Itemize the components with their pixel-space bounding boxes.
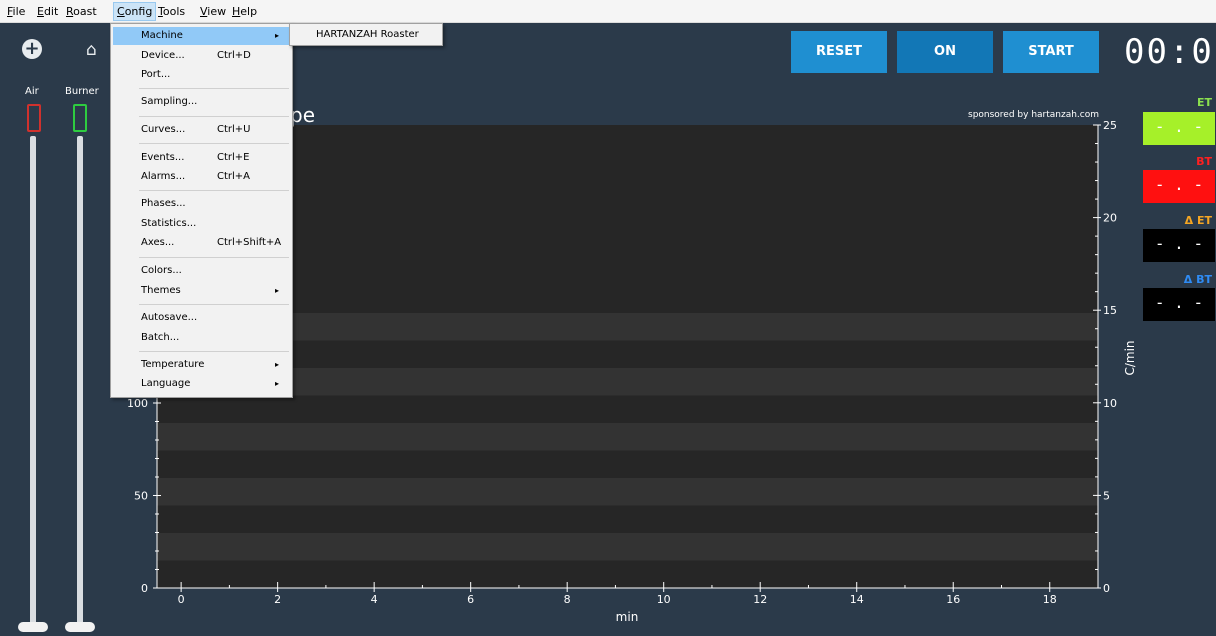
grid-band bbox=[157, 368, 1098, 396]
grid-band bbox=[157, 478, 1098, 506]
menu-item-batch[interactable]: Batch... bbox=[113, 329, 289, 347]
y2-tick-label: 15 bbox=[1103, 304, 1117, 317]
plot-title: pe bbox=[290, 103, 315, 127]
y2-tick-label: 10 bbox=[1103, 397, 1117, 410]
x-tick-label: 12 bbox=[753, 593, 767, 606]
menu-separator bbox=[139, 351, 289, 352]
machine-submenu: HARTANZAH Roaster bbox=[289, 23, 443, 46]
x-tick-label: 2 bbox=[274, 593, 281, 606]
menu-separator bbox=[139, 304, 289, 305]
grid-band bbox=[157, 533, 1098, 561]
submenu-arrow-icon: ▸ bbox=[275, 379, 280, 388]
bt-label: BT bbox=[1196, 155, 1212, 168]
menu-item-language[interactable]: Language ▸ bbox=[113, 375, 289, 393]
delta-bt-label: Δ BT bbox=[1183, 273, 1212, 286]
bt-readout: - . - bbox=[1143, 170, 1215, 203]
x-tick-label: 6 bbox=[467, 593, 474, 606]
plot-area bbox=[157, 125, 1098, 588]
submenu-arrow-icon: ▸ bbox=[275, 360, 280, 369]
y-tick-label: 0 bbox=[141, 582, 148, 595]
submenu-arrow-icon: ▸ bbox=[275, 286, 280, 295]
menu-separator bbox=[139, 190, 289, 191]
menu-item-axes[interactable]: Axes... Ctrl+Shift+A bbox=[113, 234, 289, 252]
delta-et-readout: - . - bbox=[1143, 229, 1215, 262]
menu-item-alarms[interactable]: Alarms... Ctrl+A bbox=[113, 168, 289, 186]
menu-separator bbox=[139, 143, 289, 144]
et-readout: - . - bbox=[1143, 112, 1215, 145]
x-tick-label: 10 bbox=[657, 593, 671, 606]
menu-item-device[interactable]: Device... Ctrl+D bbox=[113, 47, 289, 65]
menu-item-sampling[interactable]: Sampling... bbox=[113, 93, 289, 111]
y-tick-label: 50 bbox=[134, 490, 148, 503]
grid-band bbox=[157, 423, 1098, 451]
menu-item-themes[interactable]: Themes ▸ bbox=[113, 282, 289, 300]
delta-bt-readout: - . - bbox=[1143, 288, 1215, 321]
menu-item-events[interactable]: Events... Ctrl+E bbox=[113, 149, 289, 167]
config-menu: Machine ▸ Device... Ctrl+D Port... Sampl… bbox=[110, 23, 293, 398]
menu-item-phases[interactable]: Phases... bbox=[113, 195, 289, 213]
menu-separator bbox=[139, 88, 289, 89]
menu-item-temperature[interactable]: Temperature ▸ bbox=[113, 356, 289, 374]
delta-et-label: Δ ET bbox=[1184, 214, 1212, 227]
x-tick-label: 8 bbox=[564, 593, 571, 606]
menu-item-curves[interactable]: Curves... Ctrl+U bbox=[113, 121, 289, 139]
y2-tick-label: 0 bbox=[1103, 582, 1110, 595]
y2-tick-label: 5 bbox=[1103, 489, 1110, 502]
x-tick-label: 18 bbox=[1043, 593, 1057, 606]
y2-tick-label: 20 bbox=[1103, 212, 1117, 225]
menu-item-hartanzah-roaster[interactable]: HARTANZAH Roaster bbox=[316, 26, 419, 44]
menu-item-colors[interactable]: Colors... bbox=[113, 262, 289, 280]
x-tick-label: 16 bbox=[946, 593, 960, 606]
x-tick-label: 4 bbox=[371, 593, 378, 606]
menu-separator bbox=[139, 257, 289, 258]
y2-axis-label: C/min bbox=[1123, 340, 1137, 375]
menu-separator bbox=[139, 116, 289, 117]
menu-item-port[interactable]: Port... bbox=[113, 66, 289, 84]
menu-item-machine[interactable]: Machine ▸ bbox=[113, 27, 289, 45]
x-axis-label: min bbox=[616, 610, 639, 624]
menu-item-autosave[interactable]: Autosave... bbox=[113, 309, 289, 327]
y2-tick-label: 25 bbox=[1103, 119, 1117, 132]
grid-band bbox=[157, 313, 1098, 341]
x-tick-label: 14 bbox=[850, 593, 864, 606]
menu-item-statistics[interactable]: Statistics... bbox=[113, 215, 289, 233]
x-tick-label: 0 bbox=[178, 593, 185, 606]
y-tick-label: 100 bbox=[127, 397, 148, 410]
et-label: ET bbox=[1196, 96, 1212, 109]
submenu-arrow-icon: ▸ bbox=[275, 31, 280, 40]
sponsor-text: sponsored by hartanzah.com bbox=[968, 110, 1100, 120]
